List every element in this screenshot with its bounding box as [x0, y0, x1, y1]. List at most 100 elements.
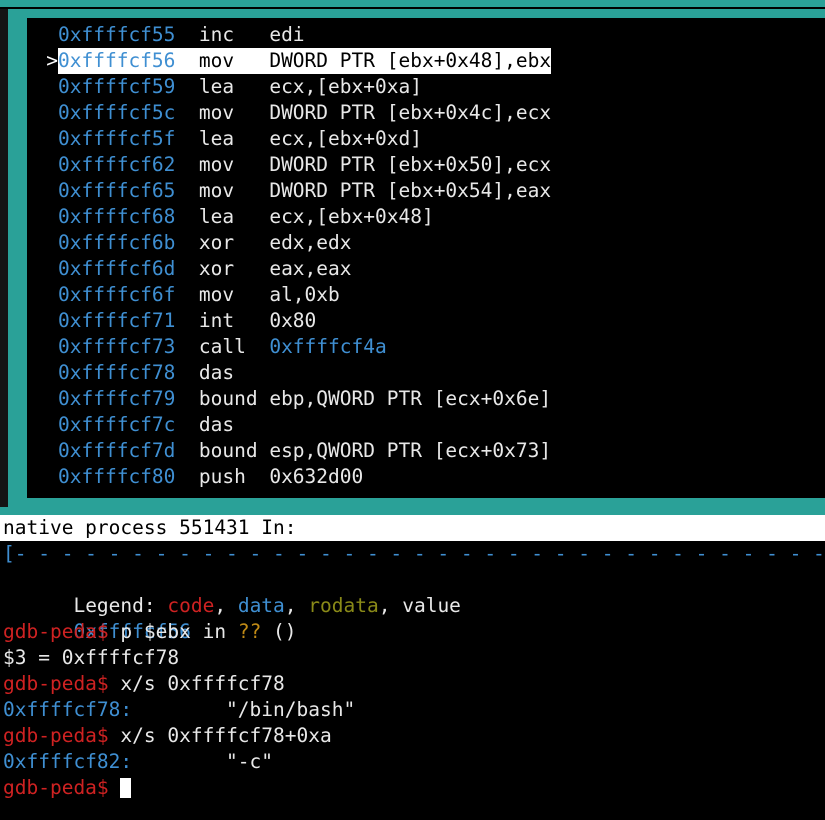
- disassembly-line[interactable]: 0xffffcf79 bound ebp,QWORD PTR [ecx+0x6e…: [33, 386, 825, 412]
- disassembly-line-body: 0xffffcf5c mov DWORD PTR [ebx+0x4c],ecx: [58, 100, 551, 126]
- instruction-mnemonic: lea: [175, 75, 270, 98]
- location-parens: (): [261, 620, 297, 643]
- disassembly-line[interactable]: 0xffffcf68 lea ecx,[ebx+0x48]: [33, 204, 825, 230]
- disassembly-line[interactable]: 0xffffcf62 mov DWORD PTR [ebx+0x50],ecx: [33, 152, 825, 178]
- current-instruction-marker: >: [46, 49, 58, 72]
- instruction-operands: edx,edx: [269, 231, 352, 254]
- disassembly-line-body: 0xffffcf55 inc edi: [58, 22, 305, 48]
- disassembly-line[interactable]: 0xffffcf65 mov DWORD PTR [ebx+0x54],eax: [33, 178, 825, 204]
- instruction-address: 0xffffcf59: [58, 75, 176, 98]
- instruction-mnemonic: int: [175, 309, 270, 332]
- gdb-prompt: gdb-peda$: [3, 620, 121, 643]
- instruction-address: 0xffffcf65: [58, 179, 176, 202]
- disassembly-line-body: 0xffffcf56 mov DWORD PTR [ebx+0x48],ebx: [58, 48, 552, 74]
- disassembly-line-body: 0xffffcf65 mov DWORD PTR [ebx+0x54],eax: [58, 178, 551, 204]
- disassembly-line-body: 0xffffcf59 lea ecx,[ebx+0xa]: [58, 74, 422, 100]
- disassembly-line-body: 0xffffcf7d bound esp,QWORD PTR [ecx+0x73…: [58, 438, 551, 464]
- instruction-operands: DWORD PTR [ebx+0x4c],ecx: [269, 101, 552, 124]
- instruction-address: 0xffffcf6d: [58, 257, 176, 280]
- legend-sep-3: ,: [378, 594, 403, 617]
- frame-bottom-separator: [0, 507, 825, 515]
- instruction-mnemonic: das: [175, 413, 270, 436]
- instruction-address: 0xffffcf6f: [58, 283, 176, 306]
- instruction-mnemonic: mov: [175, 101, 270, 124]
- output-text: $3 = 0xffffcf78: [3, 646, 180, 669]
- text-cursor: [120, 778, 132, 798]
- output-address: 0xffffcf78:: [3, 698, 133, 721]
- disassembly-line-body: 0xffffcf71 int 0x80: [58, 308, 316, 334]
- instruction-operands: DWORD PTR [ebx+0x54],eax: [269, 179, 552, 202]
- command-text: x/s 0xffffcf78: [120, 672, 285, 695]
- disassembly-line-body: 0xffffcf6d xor eax,eax: [58, 256, 352, 282]
- disassembly-line[interactable]: 0xffffcf7d bound esp,QWORD PTR [ecx+0x73…: [33, 438, 825, 464]
- instruction-address: 0xffffcf68: [58, 205, 176, 228]
- instruction-operands: edi: [269, 23, 305, 46]
- instruction-operands: DWORD PTR [ebx+0x50],ecx: [269, 153, 552, 176]
- disassembly-line[interactable]: >0xffffcf56 mov DWORD PTR [ebx+0x48],ebx: [33, 48, 825, 74]
- disassembly-line-body: 0xffffcf73 call 0xffffcf4a: [58, 334, 387, 360]
- command-output-line: $3 = 0xffffcf78: [0, 645, 825, 671]
- section-separator: [- - - - - - - - - - - - - - - - - - - -…: [3, 542, 825, 565]
- legend-sep-1: ,: [214, 594, 238, 617]
- disassembly-line[interactable]: 0xffffcf71 int 0x80: [33, 308, 825, 334]
- disassembly-line-body: 0xffffcf80 push 0x632d00: [58, 464, 363, 490]
- instruction-mnemonic: lea: [175, 127, 270, 150]
- gdb-prompt: gdb-peda$: [3, 672, 121, 695]
- disassembly-line[interactable]: 0xffffcf6b xor edx,edx: [33, 230, 825, 256]
- disassembly-line-body: 0xffffcf79 bound ebp,QWORD PTR [ecx+0x6e…: [58, 386, 551, 412]
- instruction-mnemonic: das: [175, 361, 270, 384]
- command-line: gdb-peda$ x/s 0xffffcf78+0xa: [0, 723, 825, 749]
- frame-left-gutter: [0, 9, 8, 507]
- legend-line: Legend: code, data, rodata, value: [0, 567, 825, 617]
- instruction-address: 0xffffcf5c: [58, 101, 176, 124]
- disassembly-line[interactable]: 0xffffcf6f mov al,0xb: [33, 282, 825, 308]
- location-unknown-symbol: ??: [237, 620, 262, 643]
- command-text: p $ebx: [120, 620, 191, 643]
- instruction-address: 0xffffcf7c: [58, 413, 176, 436]
- disassembly-line[interactable]: 0xffffcf80 push 0x632d00: [33, 464, 825, 490]
- legend-code: code: [167, 594, 215, 617]
- gdb-prompt: gdb-peda$: [3, 776, 121, 799]
- disassembly-line[interactable]: 0xffffcf55 inc edi: [33, 22, 825, 48]
- instruction-operands: eax,eax: [269, 257, 352, 280]
- disassembly-line[interactable]: 0xffffcf7c das: [33, 412, 825, 438]
- disassembly-line[interactable]: 0xffffcf6d xor eax,eax: [33, 256, 825, 282]
- instruction-mnemonic: mov: [175, 283, 270, 306]
- instruction-mnemonic: mov: [175, 179, 270, 202]
- disassembly-line[interactable]: 0xffffcf5f lea ecx,[ebx+0xd]: [33, 126, 825, 152]
- instruction-operands: ecx,[ebx+0xd]: [269, 127, 422, 150]
- instruction-operands: ecx,[ebx+0x48]: [269, 205, 434, 228]
- instruction-address: 0xffffcf73: [58, 335, 176, 358]
- memory-output-line: 0xffffcf82: "-c": [0, 749, 825, 775]
- instruction-address: 0xffffcf55: [58, 23, 176, 46]
- status-bar: native process 551431 In:: [0, 515, 825, 541]
- disassembly-line-body: 0xffffcf6f mov al,0xb: [58, 282, 340, 308]
- active-prompt-line[interactable]: gdb-peda$: [0, 775, 825, 801]
- location-in: in: [190, 620, 238, 643]
- instruction-address: 0xffffcf80: [58, 465, 176, 488]
- instruction-address: 0xffffcf62: [58, 153, 176, 176]
- disassembly-line-body: 0xffffcf62 mov DWORD PTR [ebx+0x50],ecx: [58, 152, 551, 178]
- memory-output-line: 0xffffcf78: "/bin/bash": [0, 697, 825, 723]
- instruction-address: 0xffffcf7d: [58, 439, 176, 462]
- instruction-address: 0xffffcf6b: [58, 231, 176, 254]
- instruction-operands: esp,QWORD PTR [ecx+0x73]: [269, 439, 552, 462]
- disassembly-line-body: 0xffffcf68 lea ecx,[ebx+0x48]: [58, 204, 434, 230]
- disassembly-line[interactable]: 0xffffcf59 lea ecx,[ebx+0xa]: [33, 74, 825, 100]
- command-line: gdb-peda$ p $ebx: [0, 619, 825, 645]
- gdb-console[interactable]: native process 551431 In: [- - - - - - -…: [0, 515, 825, 820]
- instruction-mnemonic: xor: [175, 257, 270, 280]
- instruction-operands: al,0xb: [269, 283, 340, 306]
- disassembly-line-body: 0xffffcf6b xor edx,edx: [58, 230, 352, 256]
- gdb-prompt: gdb-peda$: [3, 724, 121, 747]
- disassembly-line[interactable]: 0xffffcf73 call 0xffffcf4a: [33, 334, 825, 360]
- instruction-operands: ebp,QWORD PTR [ecx+0x6e]: [269, 387, 552, 410]
- output-value: "/bin/bash": [132, 698, 356, 721]
- disassembly-line[interactable]: 0xffffcf5c mov DWORD PTR [ebx+0x4c],ecx: [33, 100, 825, 126]
- instruction-operands: DWORD PTR [ebx+0x48],ebx: [269, 49, 552, 72]
- output-value: "-c": [132, 750, 274, 773]
- disassembly-line[interactable]: 0xffffcf78 das: [33, 360, 825, 386]
- legend-rodata: rodata: [308, 594, 379, 617]
- instruction-operands: 0x80: [269, 309, 317, 332]
- disassembly-pane[interactable]: 0xffffcf55 inc edi >0xffffcf56 mov DWORD …: [33, 22, 825, 494]
